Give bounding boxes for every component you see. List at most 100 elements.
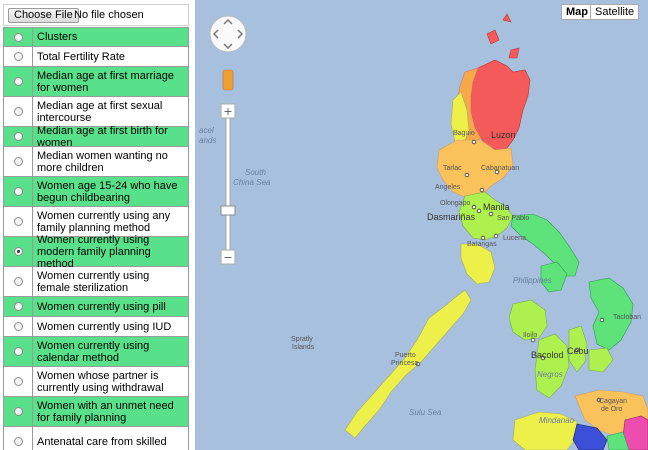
indicator-option[interactable]: Antenatal care from skilled [3,427,189,450]
indicator-radio[interactable] [13,347,23,356]
region-negros [534,333,570,399]
svg-text:−: − [223,251,232,264]
indicator-option[interactable]: Women currently using modern family plan… [3,234,189,270]
negros-label: Negros [537,370,563,379]
svg-text:+: + [223,105,232,118]
puerto-princesa-label-1: Puerto [395,352,416,359]
choose-file-button[interactable]: Choose File [8,8,79,23]
radio-cell [4,47,33,66]
indicator-label: Median age at first birth for women [33,125,188,149]
indicator-radio[interactable] [13,77,23,86]
indicator-label: Median age at first sexual intercourse [37,99,163,124]
file-input-row: Choose File No file chosen [3,4,189,26]
san-pablo-label: San Pablo [497,215,530,222]
indicator-radio[interactable] [13,247,23,256]
cebu-label: Cebu [567,346,589,356]
dasmarinas-label: Dasmariñas [427,212,476,222]
indicator-radio[interactable] [13,52,23,61]
baguio-label: Baguio [453,130,475,137]
left-panel: Choose File No file chosen Clusters Total… [0,0,192,450]
indicator-option[interactable]: Women currently using female sterilizati… [3,267,189,297]
indicator-option[interactable]: Women currently using any family plannin… [3,207,189,237]
indicator-option[interactable]: Total Fertility Rate [3,47,189,67]
indicator-radio[interactable] [13,217,23,226]
map-canvas: + − [209,13,648,450]
mindanao-label: Mindanao [539,416,575,425]
cagayan-label-2: de Oro [601,406,623,413]
spratly-label-1: Spratly [291,336,313,343]
radio-cell [4,207,33,236]
indicator-option[interactable]: Women age 15-24 who have begun childbear… [3,177,189,207]
puerto-princesa-label-2: Princesa [391,360,419,367]
map-type-map-button[interactable]: Map [561,4,593,20]
radio-cell [4,337,33,366]
indicator-radio[interactable] [13,407,23,416]
map-view[interactable]: + − acel ands South China Sea Luzon Bagu… [195,0,648,450]
radio-cell [4,177,33,206]
map-type-satellite-button[interactable]: Satellite [590,4,640,20]
indicator-radio[interactable] [13,32,23,42]
luzon-label: Luzon [491,130,516,140]
spratly-label-2: Islands [292,344,315,351]
indicator-option[interactable]: Median age at first birth for women [3,125,189,149]
cabanatuan-label: Cabanatuan [481,165,520,172]
indicator-radio[interactable] [13,377,23,386]
indicator-radio[interactable] [13,302,23,311]
radio-cell [4,297,33,316]
indicator-list: Clusters Total Fertility Rate Median age a… [3,27,189,450]
indicator-radio[interactable] [13,322,23,331]
indicator-label: Women currently using any family plannin… [37,209,171,234]
radio-cell [4,67,33,96]
batangas-label: Batangas [467,241,497,248]
indicator-option[interactable]: Median age at first sexual intercourse [3,97,189,127]
indicator-label: Women whose partner is currently using w… [37,369,164,394]
indicator-option[interactable]: Women currently using calendar method [3,337,189,367]
radio-cell [4,367,33,396]
radio-cell [4,97,33,126]
indicator-option[interactable]: Women whose partner is currently using w… [3,367,189,397]
zoom-slider-track [225,117,231,251]
indicator-radio[interactable] [13,157,23,166]
radio-cell [4,28,33,46]
olongapo-label: Olongapo [440,200,471,207]
indicator-option[interactable]: Median age at first marriage for women [3,67,189,97]
radio-cell [4,147,33,176]
indicator-label: Antenatal care from skilled [37,435,167,448]
indicator-label: Women currently using calendar method [33,337,188,366]
indicator-label: Women currently using pill [33,297,188,316]
indicator-label: Clusters [33,28,188,46]
radio-cell [4,127,33,146]
indicator-radio[interactable] [13,277,23,286]
angeles-label: Angeles [435,184,461,191]
indicator-option[interactable]: Women currently using IUD [3,317,189,337]
lucena-label: Lucena [503,235,526,242]
radio-cell [4,427,33,450]
south-china-sea-label-2: China Sea [233,178,271,187]
indicator-radio[interactable] [13,187,23,196]
indicator-option[interactable]: Median women wanting no more children [3,147,189,177]
indicator-label: Women currently using IUD [37,320,172,333]
indicator-label: Women currently using modern family plan… [33,234,188,270]
indicator-option[interactable]: Clusters [3,27,189,47]
indicator-radio[interactable] [13,437,23,446]
indicator-radio[interactable] [13,132,23,141]
tarlac-label: Tarlac [443,165,462,172]
radio-cell [4,237,33,266]
indicator-label: Total Fertility Rate [37,50,126,63]
indicator-label: Women with an unmet need for family plan… [33,397,188,426]
indicator-label: Median women wanting no more children [37,149,168,174]
cagayan-label-1: Cagayan [599,398,628,405]
philippines-label: Philippines [513,276,552,285]
indicator-label: Women age 15-24 who have begun childbear… [33,177,188,206]
radio-cell [4,267,33,296]
indicator-label: Median age at first marriage for women [33,67,188,96]
pegman-control [222,69,234,91]
paracel-label: acel [199,126,214,135]
indicator-option[interactable]: Women currently using pill [3,297,189,317]
indicator-option[interactable]: Women with an unmet need for family plan… [3,397,189,427]
indicator-radio[interactable] [13,107,23,116]
region-mindoro [460,243,496,285]
indicator-label: Women currently using female sterilizati… [37,269,150,294]
iloilo-label: Iloilo [523,332,538,339]
radio-cell [4,397,33,426]
